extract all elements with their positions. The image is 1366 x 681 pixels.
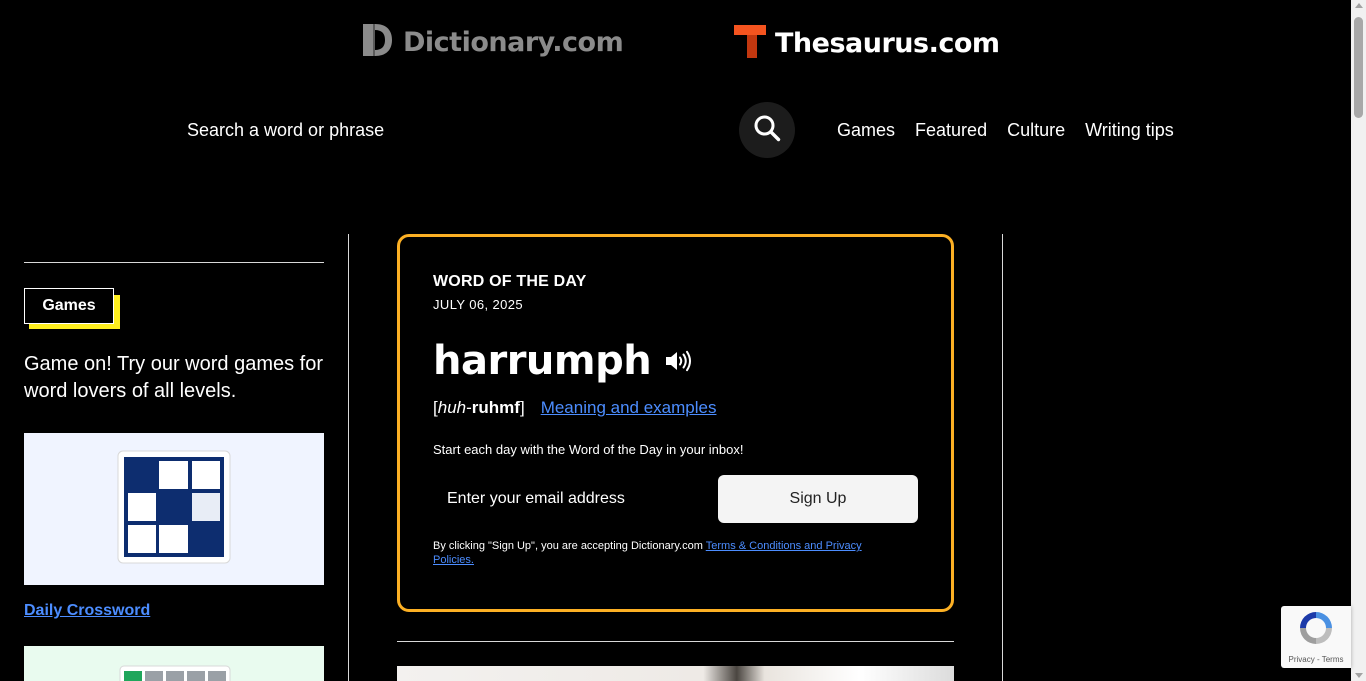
thesaurus-brand-text: Thesaurus.com [775,28,1000,59]
recaptcha-badge[interactable]: Privacy - Terms [1281,606,1351,668]
meaning-and-examples-link[interactable]: Meaning and examples [541,398,717,418]
pronunciation: [huh-ruhmf] [433,398,525,417]
games-sidebar: Games Game on! Try our word games for wo… [24,262,324,681]
sidebar-divider [24,262,324,263]
search-icon [753,114,781,147]
content-divider [397,641,954,642]
wotd-date: JULY 06, 2025 [433,297,524,312]
nav-culture[interactable]: Culture [1007,120,1065,141]
search-input[interactable] [187,119,726,141]
legal-notice: By clicking "Sign Up", you are accepting… [433,540,862,566]
search-button[interactable] [739,102,795,158]
scroll-down-arrow-icon[interactable] [1355,673,1363,678]
article-image[interactable] [397,666,954,681]
search-box [170,102,726,158]
pronunciation-row: [huh-ruhmf] Meaning and examples [433,398,918,418]
sign-up-button[interactable]: Sign Up [718,475,918,523]
wotd-signup-prompt: Start each day with the Word of the Day … [433,442,744,457]
speaker-icon[interactable] [665,350,692,377]
scrollbar[interactable] [1351,0,1366,681]
dictionary-brand-text: Dictionary.com [403,27,624,58]
column-divider-right [1002,234,1003,681]
column-divider-left [348,234,349,681]
wotd-heading: WORD OF THE DAY [433,273,587,290]
games-tag: Games [24,288,114,324]
scroll-up-arrow-icon[interactable] [1355,3,1363,8]
dictionary-brand-link[interactable]: Dictionary.com [361,22,624,63]
email-signup-row: Sign Up [433,475,918,523]
word-of-the-day-card: WORD OF THE DAY JULY 06, 2025 harrumph [… [397,234,954,612]
games-tag-wrap: Games [24,288,120,329]
crossword-icon [116,449,232,570]
recaptcha-links[interactable]: Privacy - Terms [1289,655,1344,664]
thesaurus-logo-icon [733,22,767,65]
main-nav: Games Featured Culture Writing tips [837,120,1174,141]
games-description: Game on! Try our word games for word lov… [24,353,324,402]
nav-writing-tips[interactable]: Writing tips [1085,120,1174,141]
nav-games[interactable]: Games [837,120,895,141]
thesaurus-brand-link[interactable]: Thesaurus.com [733,22,1000,65]
scroll-thumb[interactable] [1354,17,1363,118]
recaptcha-icon [1296,608,1336,653]
daily-crossword-link[interactable]: Daily Crossword [24,602,150,620]
word-game-card[interactable] [24,646,324,681]
wotd-word-row: harrumph [433,338,918,384]
wotd-word: harrumph [433,338,652,384]
crossword-card[interactable] [24,433,324,585]
dictionary-logo-icon [361,22,394,63]
nav-featured[interactable]: Featured [915,120,987,141]
email-input[interactable] [433,475,718,523]
